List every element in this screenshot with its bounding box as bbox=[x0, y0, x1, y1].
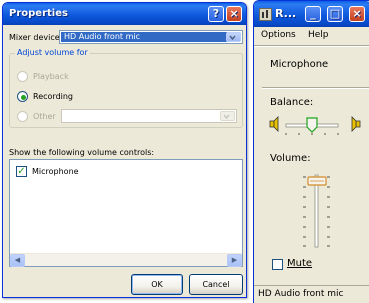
mixer-device-dropdown[interactable]: HD Audio front mic bbox=[59, 30, 243, 44]
close-button[interactable]: × bbox=[349, 6, 365, 22]
volume-controls-list[interactable]: ✓ Microphone ◀ ▶ bbox=[9, 159, 243, 267]
divider bbox=[262, 87, 369, 89]
close-button[interactable]: × bbox=[226, 6, 242, 22]
ok-button[interactable]: OK bbox=[131, 274, 183, 295]
minimize-icon: _ bbox=[310, 7, 316, 20]
adjust-volume-title: Adjust volume for bbox=[15, 48, 90, 57]
list-item-microphone[interactable]: Microphone bbox=[32, 167, 79, 176]
volume-slider[interactable] bbox=[294, 171, 334, 251]
playback-label: Playback bbox=[33, 72, 69, 81]
speaker-right-icon bbox=[351, 116, 361, 132]
dialog-title: Properties bbox=[9, 8, 68, 19]
maximize-button[interactable]: □ bbox=[327, 6, 343, 22]
chevron-down-icon[interactable] bbox=[220, 111, 235, 121]
menu-bar: Options Help bbox=[254, 27, 369, 45]
maximize-icon: □ bbox=[329, 7, 341, 20]
divider bbox=[254, 45, 369, 47]
other-label: Other bbox=[33, 112, 56, 121]
mixer-device-value: HD Audio front mic bbox=[61, 32, 227, 42]
minimize-button[interactable]: _ bbox=[305, 6, 321, 22]
microphone-checkbox[interactable]: ✓ bbox=[16, 166, 27, 177]
volume-window: R... _ □ × Options Help Microphone Balan… bbox=[253, 0, 369, 303]
cancel-button[interactable]: Cancel bbox=[189, 274, 243, 295]
status-bar: HD Audio front mic bbox=[254, 285, 369, 303]
close-icon: × bbox=[229, 7, 239, 20]
scroll-right-icon[interactable]: ▶ bbox=[227, 254, 242, 267]
volume-label: Volume: bbox=[270, 153, 311, 164]
horizontal-scrollbar[interactable]: ◀ ▶ bbox=[10, 253, 242, 267]
title-bar[interactable]: R... _ □ × bbox=[254, 1, 369, 27]
recording-radio[interactable] bbox=[17, 91, 28, 102]
balance-label: Balance: bbox=[270, 97, 314, 108]
menu-options[interactable]: Options bbox=[261, 30, 296, 40]
close-icon: × bbox=[352, 7, 362, 20]
title-bar[interactable]: Properties ? × bbox=[3, 3, 246, 25]
speaker-grid-icon bbox=[259, 8, 272, 21]
chevron-down-icon[interactable] bbox=[226, 32, 241, 42]
help-icon: ? bbox=[212, 7, 220, 20]
volume-thumb[interactable] bbox=[307, 176, 327, 186]
mixer-device-label: Mixer device: bbox=[9, 33, 63, 42]
window-title: R... bbox=[275, 7, 297, 20]
check-icon: ✓ bbox=[17, 166, 26, 177]
other-radio[interactable] bbox=[17, 111, 28, 122]
show-controls-label: Show the following volume controls: bbox=[9, 148, 155, 157]
balance-thumb[interactable] bbox=[306, 117, 318, 133]
mute-checkbox[interactable] bbox=[272, 259, 283, 270]
help-button[interactable]: ? bbox=[208, 6, 224, 22]
mute-label: Mute bbox=[287, 258, 313, 269]
properties-dialog: Properties ? × Mixer device: HD Audio fr… bbox=[2, 2, 247, 298]
recording-label: Recording bbox=[33, 92, 74, 101]
other-device-dropdown[interactable] bbox=[61, 109, 237, 123]
balance-slider[interactable] bbox=[268, 113, 369, 137]
playback-radio[interactable] bbox=[17, 71, 28, 82]
radio-dot-icon bbox=[21, 95, 26, 100]
scroll-left-icon[interactable]: ◀ bbox=[10, 254, 25, 267]
speaker-left-icon bbox=[269, 116, 279, 132]
menu-help[interactable]: Help bbox=[308, 30, 329, 40]
channel-name: Microphone bbox=[270, 59, 329, 70]
